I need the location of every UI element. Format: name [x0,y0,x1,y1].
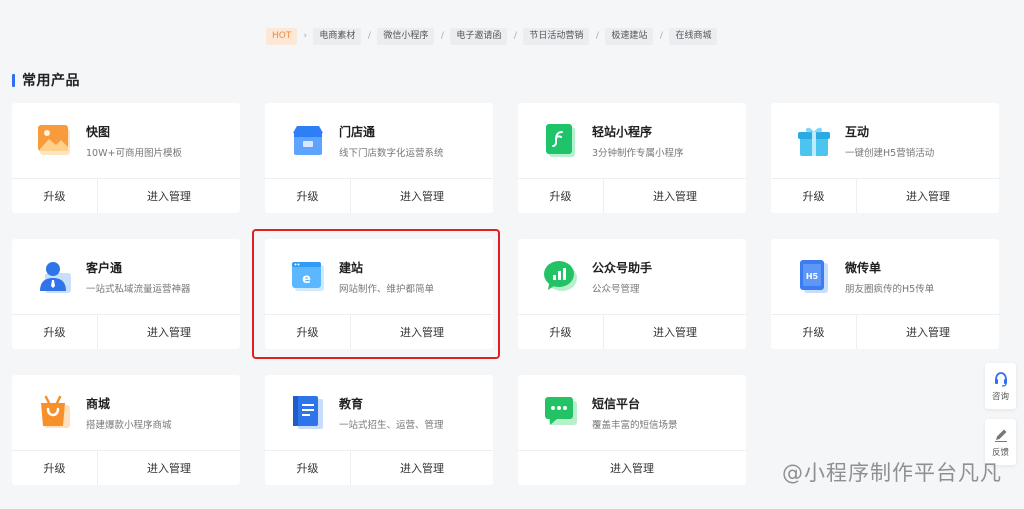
product-name: 客户通 [86,261,123,275]
sms-icon [545,397,577,425]
tag-ecommerce-assets[interactable]: 电商素材 [313,28,362,45]
product-name: 教育 [339,397,364,411]
upgrade-button[interactable]: 升级 [265,179,351,213]
product-card-duanxin: 短信平台 覆盖丰富的短信场景 进入管理 [518,375,746,485]
manage-button[interactable]: 进入管理 [351,179,493,213]
product-card-kehutong: 客户通 一站式私域流量运营神器 升级 进入管理 [12,239,240,349]
section-title-text: 常用产品 [22,73,80,89]
manage-button[interactable]: 进入管理 [857,179,999,213]
tag-online-mall[interactable]: 在线商城 [669,28,718,45]
product-desc: 朋友圈疯传的H5传单 [845,284,935,295]
upgrade-button[interactable]: 升级 [518,315,604,349]
product-name: 轻站小程序 [592,125,653,139]
book-icon [293,396,323,429]
svg-text:e: e [302,272,311,287]
consult-label: 咨询 [991,392,1009,402]
headset-icon [994,372,1007,387]
image-icon [38,125,70,155]
separator-icon: › [303,31,308,41]
manage-button[interactable]: 进入管理 [604,315,746,349]
upgrade-button[interactable]: 升级 [771,179,857,213]
product-card-jiaoyu: 教育 一站式招生、运营、管理 升级 进入管理 [265,375,493,485]
product-desc: 公众号管理 [592,284,640,295]
store-icon [293,126,323,155]
consult-button[interactable]: 咨询 [985,363,1016,409]
product-name: 建站 [339,261,364,275]
product-name: 微传单 [845,261,882,275]
upgrade-button[interactable]: 升级 [771,315,857,349]
tag-holiday-marketing[interactable]: 节日活动营销 [523,28,590,45]
separator-icon: / [367,31,371,41]
product-desc: 一站式招生、运营、管理 [339,420,444,431]
product-desc: 3分钟制作专属小程序 [592,148,684,159]
product-name: 快图 [86,125,111,139]
separator-icon: / [659,31,663,41]
watermark: @小程序制作平台凡凡 [782,457,1002,487]
product-name: 公众号助手 [592,261,653,275]
upgrade-button[interactable]: 升级 [265,315,351,349]
product-card-weichuandan: H5 微传单 朋友圈疯传的H5传单 升级 进入管理 [771,239,999,349]
upgrade-button[interactable]: 升级 [12,451,98,485]
product-card-shangcheng: 商城 搭建爆款小程序商城 升级 进入管理 [12,375,240,485]
product-desc: 网站制作、维护都简单 [339,284,435,295]
product-desc: 线下门店数字化运营系统 [339,148,444,159]
product-card-kuaitu: 快图 10W+可商用图片模板 升级 进入管理 [12,103,240,213]
shopping-bag-icon [41,395,70,428]
upgrade-button[interactable]: 升级 [12,315,98,349]
product-name: 短信平台 [592,397,641,411]
product-desc: 一站式私域流量运营神器 [86,284,191,295]
manage-button[interactable]: 进入管理 [98,451,240,485]
product-card-hudong: 互动 一键创建H5营销活动 升级 进入管理 [771,103,999,213]
mini-program-icon [546,124,575,157]
title-accent-bar [12,73,15,87]
h5-flyer-icon: H5 [800,260,828,293]
manage-button[interactable]: 进入管理 [351,315,493,349]
separator-icon: / [513,31,517,41]
wechat-chart-icon [544,261,577,291]
product-card-gongzhonghao: 公众号助手 公众号管理 升级 进入管理 [518,239,746,349]
separator-icon: / [440,31,444,41]
tag-wechat-mini-program[interactable]: 微信小程序 [377,28,435,45]
upgrade-button[interactable]: 升级 [12,179,98,213]
product-desc: 搭建爆款小程序商城 [86,420,172,431]
svg-text:H5: H5 [806,272,819,281]
product-card-jianzhan: e 建站 网站制作、维护都简单 升级 进入管理 [265,239,493,349]
upgrade-button[interactable]: 升级 [265,451,351,485]
upgrade-button[interactable]: 升级 [518,179,604,213]
product-desc: 一键创建H5营销活动 [845,148,935,159]
manage-button[interactable]: 进入管理 [857,315,999,349]
product-card-qingzhan: 轻站小程序 3分钟制作专属小程序 升级 进入管理 [518,103,746,213]
product-name: 门店通 [339,125,376,139]
manage-button[interactable]: 进入管理 [351,451,493,485]
manage-button[interactable]: 进入管理 [98,179,240,213]
manage-button[interactable]: 进入管理 [98,315,240,349]
product-desc: 覆盖丰富的短信场景 [592,420,678,431]
product-name: 商城 [86,397,111,411]
manage-button[interactable]: 进入管理 [518,451,746,485]
tag-e-invitation[interactable]: 电子邀请函 [450,28,508,45]
gift-icon [798,127,830,156]
pencil-icon [994,429,1007,442]
separator-icon: / [595,31,599,41]
website-icon: e [292,262,324,291]
product-desc: 10W+可商用图片模板 [86,148,182,159]
section-title: 常用产品 [12,70,80,90]
tag-fast-site[interactable]: 极速建站 [605,28,654,45]
watermark-text: @小程序制作平台凡凡 [782,461,1002,485]
hot-tag-bar: HOT › 电商素材 / 微信小程序 / 电子邀请函 / 节日活动营销 / 极速… [266,28,718,45]
tag-hot[interactable]: HOT [266,28,298,45]
product-name: 互动 [845,125,870,139]
customer-icon [40,262,71,293]
manage-button[interactable]: 进入管理 [604,179,746,213]
product-card-mendiantong: 门店通 线下门店数字化运营系统 升级 进入管理 [265,103,493,213]
